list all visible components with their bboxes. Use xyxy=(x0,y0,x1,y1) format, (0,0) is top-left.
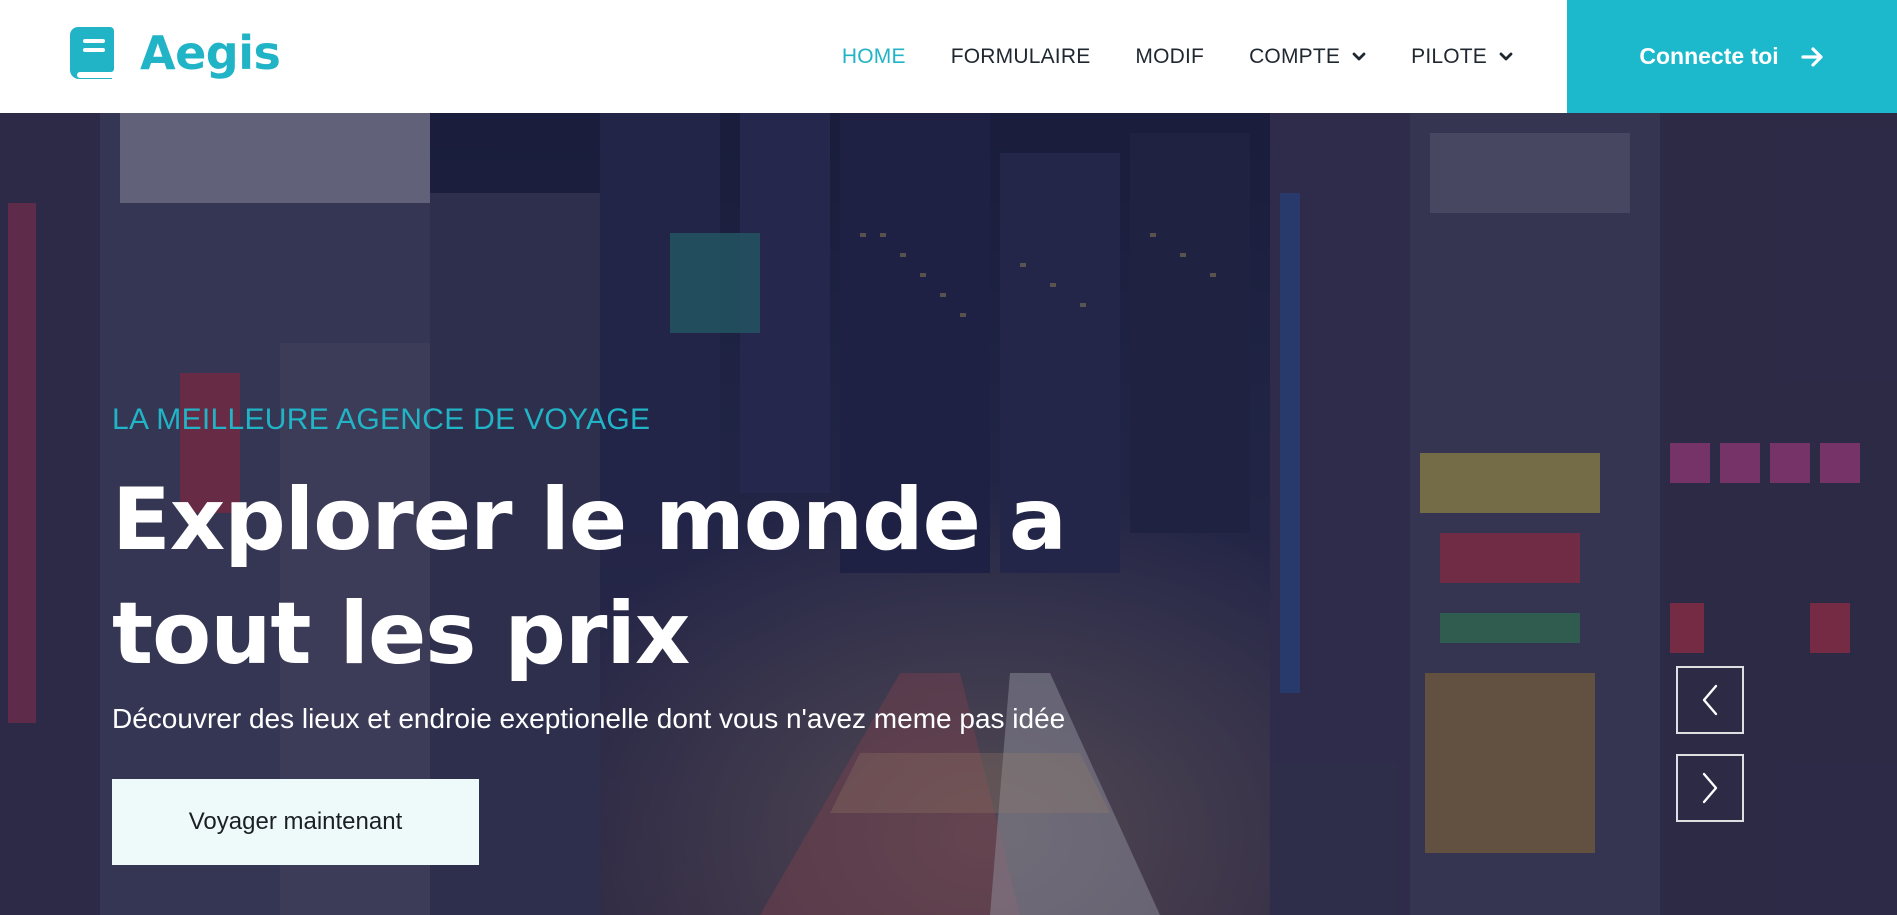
chevron-left-icon xyxy=(1702,684,1718,716)
nav-formulaire[interactable]: FORMULAIRE xyxy=(951,45,1091,69)
chevron-down-icon xyxy=(1352,52,1366,60)
nav-home-label: HOME xyxy=(841,44,906,68)
hero-subtitle: Découvrer des lieux et endroie exeptione… xyxy=(112,703,1066,734)
book-icon xyxy=(70,27,114,79)
brand-logo[interactable]: Aegis xyxy=(70,26,281,80)
chevron-right-icon xyxy=(1702,772,1718,804)
hero-title-line-1: Explorer le monde a xyxy=(112,470,1067,570)
arrow-right-icon xyxy=(1801,46,1823,67)
hero-title: Explorer le monde a tout les prix xyxy=(112,463,1212,691)
brand-name: Aegis xyxy=(140,26,281,80)
nav-formulaire-label: FORMULAIRE xyxy=(950,44,1091,68)
site-header: Aegis HOME FORMULAIRE MODIF COMPTE PILOT… xyxy=(0,0,1897,113)
login-button[interactable]: Connecte toi xyxy=(1567,0,1897,113)
login-button-label: Connecte toi xyxy=(1639,43,1779,69)
nav-compte-label: COMPTE xyxy=(1249,44,1341,68)
nav-compte-dropdown[interactable]: COMPTE xyxy=(1249,45,1366,69)
hero-content: LA MEILLEURE AGENCE DE VOYAGE Explorer l… xyxy=(112,403,1212,865)
nav-pilote-dropdown[interactable]: PILOTE xyxy=(1411,45,1513,69)
chevron-down-icon xyxy=(1499,52,1513,60)
carousel-next-button[interactable] xyxy=(1676,754,1744,822)
main-nav: HOME FORMULAIRE MODIF COMPTE PILOTE xyxy=(797,0,1513,113)
hero-tagline: LA MEILLEURE AGENCE DE VOYAGE xyxy=(112,403,651,436)
nav-modif-label: MODIF xyxy=(1135,44,1205,68)
hero-title-line-2: tout les prix xyxy=(112,584,690,684)
travel-now-button[interactable]: Voyager maintenant xyxy=(112,779,479,865)
nav-pilote-label: PILOTE xyxy=(1411,44,1487,68)
nav-modif[interactable]: MODIF xyxy=(1135,45,1204,69)
travel-now-label: Voyager maintenant xyxy=(188,808,403,835)
carousel-prev-button[interactable] xyxy=(1676,666,1744,734)
nav-home[interactable]: HOME xyxy=(842,45,906,69)
hero-carousel: LA MEILLEURE AGENCE DE VOYAGE Explorer l… xyxy=(0,113,1897,915)
